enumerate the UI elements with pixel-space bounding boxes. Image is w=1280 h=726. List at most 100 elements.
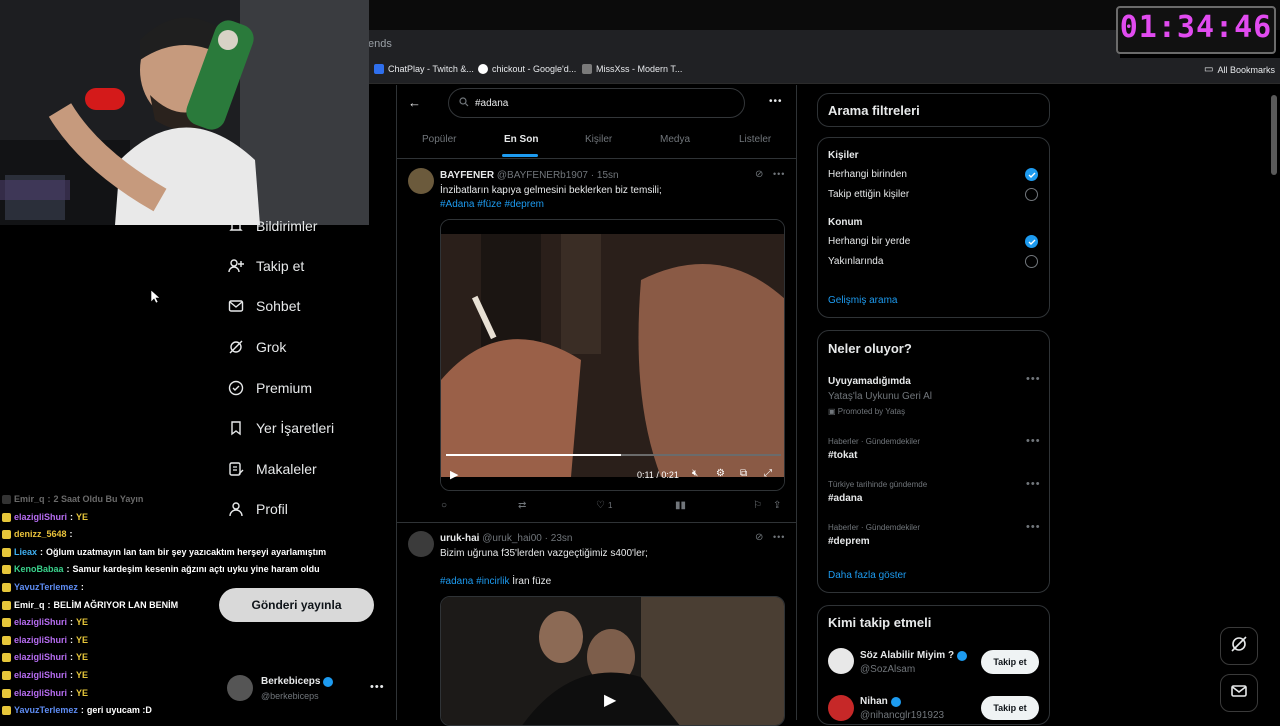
play-icon[interactable]: ▶ (450, 468, 458, 481)
mail-icon (1230, 682, 1248, 705)
scrollbar[interactable] (1271, 95, 1277, 175)
search-input[interactable]: #adana (448, 88, 745, 118)
trend-name[interactable]: #tokat (828, 450, 857, 461)
chat-text: YE (76, 688, 89, 698)
more-icon[interactable]: ••• (370, 681, 385, 693)
bookmark-chickout[interactable]: chickout - Google'd... (478, 64, 576, 74)
filter-option-following[interactable]: Takip ettiğin kişiler (828, 189, 909, 200)
chat-username[interactable]: elazigliShuri (14, 617, 67, 627)
trend-more-icon[interactable]: ••• (1026, 521, 1041, 533)
advanced-search-link[interactable]: Gelişmiş arama (828, 295, 897, 306)
grok-fab[interactable] (1220, 627, 1258, 665)
avatar[interactable] (828, 695, 854, 721)
nav-item-articles[interactable]: Makaleler (228, 461, 317, 477)
more-options-icon[interactable]: ••• (769, 96, 783, 107)
filter-option-nearby[interactable]: Yakınlarında (828, 256, 883, 267)
chat-badge-icon (2, 512, 11, 522)
chat-username[interactable]: elazigliShuri (14, 512, 67, 522)
chat-username[interactable]: Lieax (14, 547, 37, 557)
chat-username[interactable]: KenoBabaa (14, 564, 64, 574)
chat-separator: : (70, 688, 74, 698)
mute-icon[interactable]: 🔇︎ (692, 468, 698, 479)
follow-button[interactable]: Takip et (981, 650, 1039, 674)
chat-username[interactable]: elazigliShuri (14, 670, 67, 680)
chat-username[interactable]: Emir_q (14, 494, 45, 504)
share-icon[interactable]: ⇪ (773, 500, 781, 511)
nav-item-follow[interactable]: Takip et (228, 258, 304, 274)
grok-icon[interactable]: ⊘ (755, 169, 763, 180)
nav-item-profile[interactable]: Profil (228, 501, 288, 517)
tab-popular[interactable]: Popüler (422, 134, 456, 145)
bookmark-missxss[interactable]: MissXss - Modern T... (582, 64, 682, 74)
pip-icon[interactable]: ⧉ (740, 468, 747, 479)
trend-context: Haberler · Gündemdekiler (828, 523, 921, 532)
checkmark-icon[interactable] (1025, 168, 1038, 181)
chat-username[interactable]: elazigliShuri (14, 652, 67, 662)
filter-option-anywhere[interactable]: Herhangi bir yerde (828, 236, 910, 247)
messages-fab[interactable] (1220, 674, 1258, 712)
chat-username[interactable]: Emir_q (14, 600, 45, 610)
play-icon[interactable]: ▶ (604, 690, 616, 710)
chat-message: elazigliShuri: YE (2, 688, 88, 698)
tab-latest[interactable]: En Son (504, 134, 538, 145)
tweet-video[interactable] (440, 219, 785, 491)
trend-name[interactable]: #adana (828, 493, 862, 504)
views-icon[interactable]: ▮▮ (675, 500, 686, 511)
chat-message: elazigliShuri: YE (2, 670, 88, 680)
tweet-text: İnzibatların kapıya gelmesini beklerken … (440, 185, 662, 196)
filter-option-anyone[interactable]: Herhangi birinden (828, 169, 907, 180)
tweet-hashtags[interactable]: #adana #incirlik (440, 576, 510, 587)
like-button[interactable]: ♡ 1 (596, 500, 612, 511)
avatar[interactable] (227, 675, 253, 701)
chat-username[interactable]: YavuzTerlemez (14, 705, 78, 715)
trend-more-icon[interactable]: ••• (1026, 435, 1041, 447)
profile-name-row[interactable]: Berkebiceps (261, 676, 334, 687)
post-button[interactable]: Gönderi yayınla (219, 588, 374, 622)
verified-badge-icon (890, 696, 901, 707)
all-bookmarks[interactable]: ▭ All Bookmarks (1204, 64, 1275, 75)
retweet-icon[interactable]: ⇄ (518, 500, 526, 511)
grok-icon[interactable]: ⊘ (755, 532, 763, 543)
chat-username[interactable]: elazigliShuri (14, 635, 67, 645)
tweet-more-icon[interactable]: ••• (773, 532, 785, 542)
reply-icon[interactable]: ○ (441, 500, 447, 511)
follow-user-name-row[interactable]: Söz Alabilir Miyim ? (860, 650, 968, 661)
trend-more-icon[interactable]: ••• (1026, 478, 1041, 490)
show-more-link[interactable]: Daha fazla göster (828, 570, 906, 581)
follow-button[interactable]: Takip et (981, 696, 1039, 720)
avatar[interactable] (408, 168, 434, 194)
chat-username[interactable]: YavuzTerlemez (14, 582, 78, 592)
chat-username[interactable]: elazigliShuri (14, 688, 67, 698)
webcam-feed-image (0, 0, 369, 225)
fullscreen-icon[interactable]: ⤢ (764, 468, 772, 479)
tab-people[interactable]: Kişiler (585, 134, 612, 145)
checkmark-icon[interactable] (1025, 235, 1038, 248)
tweet-author[interactable]: uruk-hai (440, 533, 479, 544)
bookmark-chatplay[interactable]: ChatPlay - Twitch &... (374, 64, 474, 74)
radio-icon[interactable] (1025, 255, 1038, 268)
radio-icon[interactable] (1025, 188, 1038, 201)
nav-item-grok[interactable]: Grok (228, 339, 286, 355)
bell-icon (228, 218, 244, 234)
back-arrow-icon[interactable]: ← (408, 95, 421, 110)
nav-item-notifications[interactable]: Bildirimler (228, 218, 317, 234)
trend-name[interactable]: #deprem (828, 536, 870, 547)
tab-lists[interactable]: Listeler (739, 134, 771, 145)
trend-name[interactable]: Uyuyamadığımda (828, 376, 911, 387)
tweet-author[interactable]: BAYFENER (440, 170, 494, 181)
tweet-more-icon[interactable]: ••• (773, 169, 785, 179)
settings-icon[interactable]: ⚙ (716, 468, 725, 479)
tab-media[interactable]: Medya (660, 134, 690, 145)
avatar[interactable] (828, 648, 854, 674)
who-to-follow-title: Kimi takip etmeli (828, 615, 932, 630)
bookmark-icon[interactable]: ⚐ (753, 500, 762, 511)
follow-user-name-row[interactable]: Nihan (860, 696, 901, 707)
nav-item-bookmarks[interactable]: Yer İşaretleri (228, 420, 334, 436)
trend-more-icon[interactable]: ••• (1026, 373, 1041, 385)
chat-username[interactable]: denizz_5648 (14, 529, 67, 539)
nav-item-chat[interactable]: Sohbet (228, 298, 300, 314)
nav-item-premium[interactable]: Premium (228, 380, 312, 396)
tweet-hashtags[interactable]: #Adana #füze #deprem (440, 199, 544, 210)
address-bar[interactable] (360, 30, 1120, 58)
avatar[interactable] (408, 531, 434, 557)
